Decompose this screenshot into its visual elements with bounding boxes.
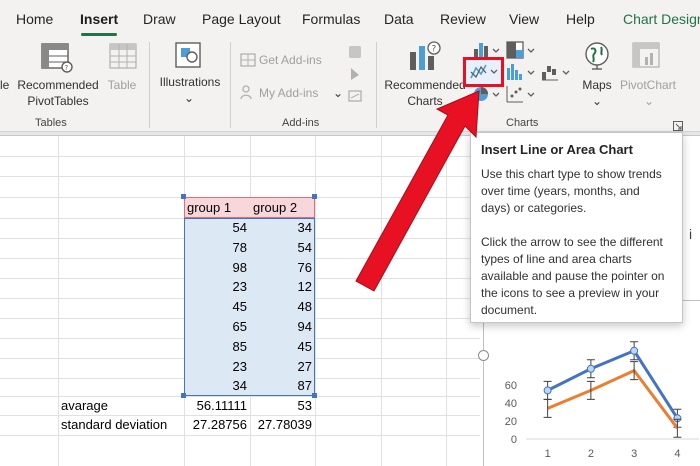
- summary-average-group-1[interactable]: 56.11111: [184, 396, 250, 416]
- tab-page-layout[interactable]: Page Layout: [202, 11, 281, 27]
- x-tick-label: 4: [674, 448, 680, 460]
- svg-text:?: ?: [65, 64, 69, 72]
- people-graph-icon[interactable]: [347, 88, 363, 109]
- range-resize-handle[interactable]: [181, 194, 186, 199]
- maps-button[interactable]: Maps: [578, 77, 616, 93]
- chart-plot: 0 20 40 60 1 2 3 4: [505, 341, 699, 460]
- tab-view[interactable]: View: [509, 11, 539, 27]
- tables-group-label: Tables: [35, 117, 67, 129]
- y-tick-label: 0: [511, 434, 517, 446]
- insert-scatter-chart-icon[interactable]: [505, 84, 537, 109]
- grid-line: [0, 176, 480, 177]
- bing-maps-icon[interactable]: [347, 66, 363, 87]
- range-resize-handle[interactable]: [312, 393, 317, 398]
- data-point[interactable]: [586, 364, 595, 373]
- group-separator: [376, 42, 377, 128]
- y-tick-label: 20: [505, 416, 517, 428]
- maps-chevron-down-icon[interactable]: ⌄: [591, 93, 603, 109]
- ribbon: le ? Recommended PivotTables Table Table…: [0, 38, 700, 132]
- recommended-pivottables-button[interactable]: Recommended: [16, 77, 100, 93]
- recommended-pivottables-label-line2[interactable]: PivotTables: [16, 93, 100, 109]
- chart-title-fragment: i: [689, 226, 693, 242]
- my-addins-icon[interactable]: [240, 84, 256, 105]
- grid-line: [0, 435, 480, 436]
- illustrations-chevron-down-icon[interactable]: ⌄: [183, 90, 195, 106]
- grid-line: [381, 136, 382, 466]
- illustrations-button[interactable]: Illustrations: [155, 74, 225, 90]
- series-line-1[interactable]: [546, 348, 679, 420]
- insert-waterfall-chart-icon[interactable]: [540, 62, 572, 87]
- summary-stdev-group-2[interactable]: 27.78039: [250, 415, 315, 435]
- data-point[interactable]: [630, 346, 639, 355]
- group-separator: [230, 42, 231, 128]
- insert-pie-donut-chart-icon[interactable]: [472, 84, 502, 109]
- tooltip-description: Use this chart type to show trends over …: [481, 167, 662, 215]
- recommended-charts-label-line2[interactable]: Charts: [383, 93, 467, 109]
- error-bar: [673, 418, 682, 438]
- data-point[interactable]: [543, 386, 552, 395]
- table-icon[interactable]: [109, 42, 137, 77]
- illustrations-icon[interactable]: [173, 40, 205, 77]
- maps-globe-icon[interactable]: [583, 41, 611, 76]
- group-separator: [149, 42, 150, 128]
- y-tick-label: 60: [505, 380, 517, 392]
- table-button[interactable]: Table: [105, 77, 139, 93]
- tooltip-instructions: Click the arrow to see the different typ…: [481, 235, 665, 317]
- grid-line: [446, 136, 447, 466]
- x-tick-label: 1: [545, 448, 551, 460]
- recommended-pivottables-icon[interactable]: ?: [40, 42, 74, 79]
- cut-off-button-label[interactable]: le: [0, 77, 9, 93]
- y-tick-label: 40: [505, 398, 517, 410]
- tab-insert[interactable]: Insert: [80, 11, 118, 27]
- active-tab-indicator: [81, 33, 117, 36]
- my-addins-dropdown-chevron-icon[interactable]: ⌄: [333, 85, 343, 101]
- grid-line: [0, 156, 480, 157]
- charts-group-label: Charts: [506, 117, 539, 129]
- summary-average-group-2[interactable]: 53: [250, 396, 315, 416]
- tab-draw[interactable]: Draw: [143, 11, 176, 27]
- insert-line-area-chart-tooltip: Insert Line or Area Chart Use this chart…: [470, 132, 683, 323]
- visio-icon[interactable]: [347, 44, 363, 65]
- pivotchart-button[interactable]: PivotChart: [618, 77, 678, 93]
- chart-area[interactable]: 0 20 40 60 1 2 3 4: [483, 300, 700, 466]
- range-resize-handle[interactable]: [312, 194, 317, 199]
- tooltip-title: Insert Line or Area Chart: [481, 142, 633, 157]
- recommended-charts-button[interactable]: Recommended: [383, 77, 467, 93]
- tab-data[interactable]: Data: [384, 11, 414, 27]
- my-addins-button[interactable]: My Add-ins: [259, 85, 318, 101]
- insert-line-area-chart-button[interactable]: [463, 57, 504, 87]
- recommended-charts-icon[interactable]: ?: [407, 40, 441, 79]
- summary-stdev-group-1[interactable]: 27.28756: [184, 415, 250, 435]
- tab-review[interactable]: Review: [440, 11, 486, 27]
- range-resize-handle[interactable]: [181, 393, 186, 398]
- get-addins-button[interactable]: Get Add-ins: [259, 52, 322, 68]
- tab-help[interactable]: Help: [566, 11, 595, 27]
- line-chart-icon: [470, 64, 498, 79]
- svg-text:?: ?: [432, 45, 437, 55]
- summary-label-average[interactable]: avarage: [58, 396, 184, 416]
- tab-chart-design[interactable]: Chart Design: [623, 11, 700, 27]
- store-icon[interactable]: [240, 51, 256, 72]
- grid-line: [315, 136, 316, 466]
- addins-group-label: Add-ins: [282, 117, 320, 129]
- x-tick-label: 3: [631, 448, 637, 460]
- summary-label-standard-deviation[interactable]: standard deviation: [58, 415, 184, 435]
- ribbon-tab-bar: Home Insert Draw Page Layout Formulas Da…: [0, 0, 700, 38]
- tab-formulas[interactable]: Formulas: [302, 11, 360, 27]
- chart-resize-handle[interactable]: [478, 350, 489, 361]
- pivotchart-chevron-down-icon[interactable]: ⌄: [643, 93, 655, 109]
- pivotchart-icon[interactable]: [631, 41, 663, 76]
- tab-home[interactable]: Home: [16, 11, 53, 27]
- x-tick-label: 2: [588, 448, 594, 460]
- header-range-border: [184, 197, 315, 218]
- selected-range-border: [184, 218, 315, 396]
